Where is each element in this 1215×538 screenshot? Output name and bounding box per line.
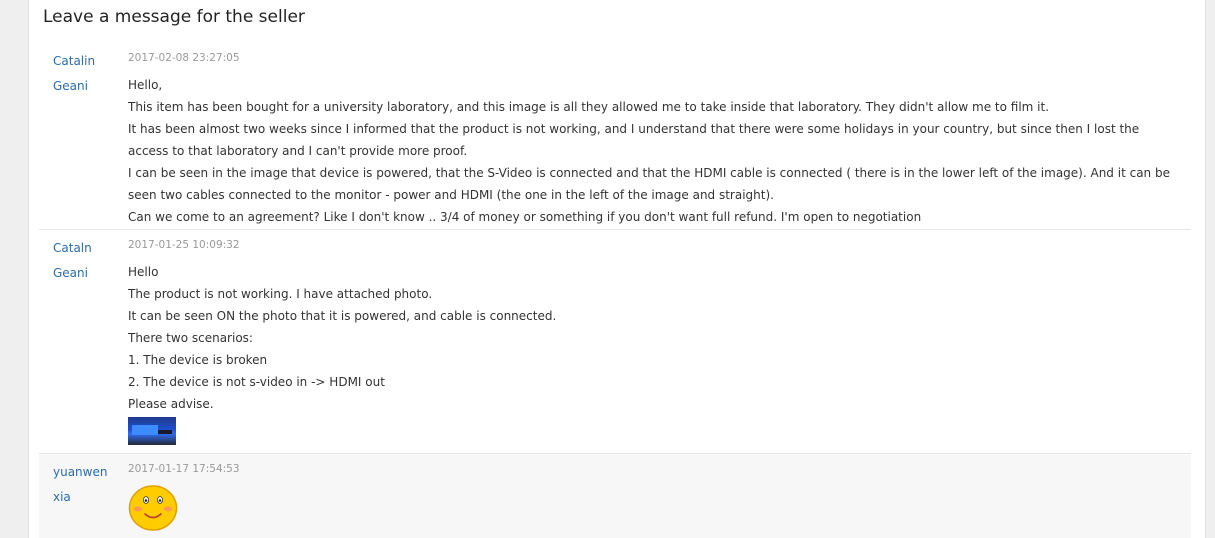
message-item: yuanwen xia 2017-01-17 17:54:53	[39, 455, 1191, 538]
message-timestamp: 2017-01-25 10:09:32	[128, 239, 240, 251]
message-panel: Leave a message for the seller Catalin G…	[28, 0, 1206, 538]
message-line: It can be seen ON the photo that it is p…	[128, 309, 557, 323]
message-item: Cataln Geani 2017-01-25 10:09:32 Hello T…	[39, 231, 1191, 454]
monitor-screen-graphic	[132, 425, 158, 435]
message-line: 1. The device is broken	[128, 353, 268, 367]
message-line: Please advise.	[128, 397, 214, 411]
panel-title: Leave a message for the seller	[43, 7, 305, 27]
message-line: Can we come to an agreement? Like I don'…	[128, 210, 922, 224]
message-line: This item has been bought for a universi…	[128, 100, 1050, 114]
message-timestamp: 2017-01-17 17:54:53	[128, 463, 240, 475]
message-line: 2. The device is not s-video in -> HDMI …	[128, 375, 385, 389]
monitor-stand-graphic	[158, 430, 172, 434]
message-line: The product is not working. I have attac…	[128, 287, 433, 301]
message-body: Hello, This item has been bought for a u…	[128, 74, 1178, 228]
photo-thumbnail[interactable]	[128, 417, 176, 445]
message-author[interactable]: Cataln Geani	[53, 236, 113, 285]
message-line: I can be seen in the image that device i…	[128, 166, 1174, 202]
message-author[interactable]: yuanwen xia	[53, 460, 113, 509]
message-body: Hello The product is not working. I have…	[128, 261, 1178, 415]
message-line: There two scenarios:	[128, 331, 253, 345]
smiley-face-icon	[128, 485, 178, 531]
message-timestamp: 2017-02-08 23:27:05	[128, 52, 240, 64]
message-line: Hello	[128, 265, 159, 279]
message-line: It has been almost two weeks since I inf…	[128, 122, 1143, 158]
message-author[interactable]: Catalin Geani	[53, 49, 113, 98]
message-item: Catalin Geani 2017-02-08 23:27:05 Hello,…	[39, 44, 1191, 230]
message-line: Hello,	[128, 78, 163, 92]
